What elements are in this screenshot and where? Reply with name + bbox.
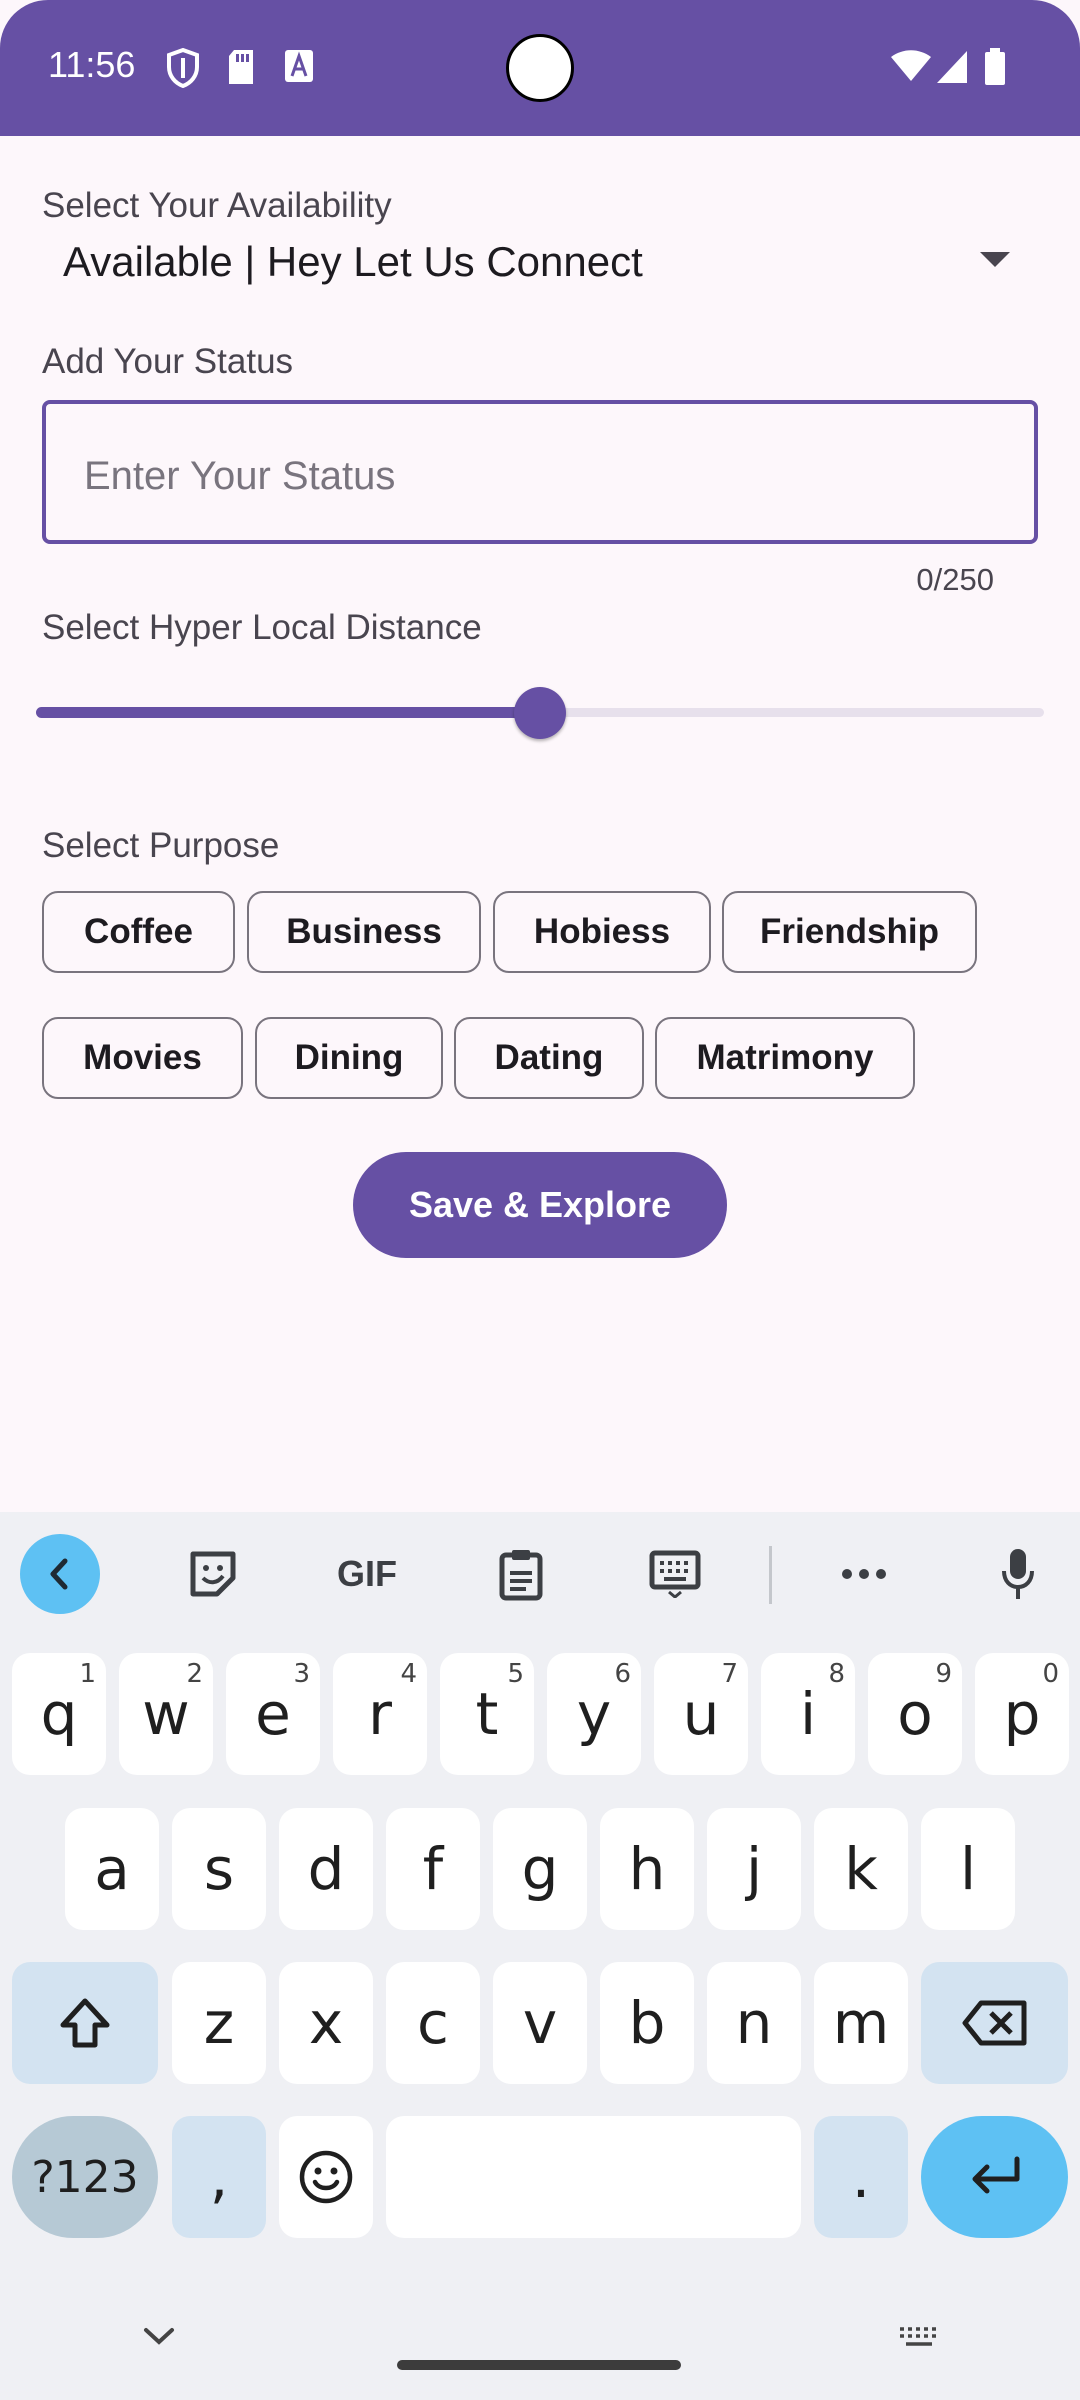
key-r[interactable]: r4 xyxy=(333,1653,427,1775)
chip-movies[interactable]: Movies xyxy=(42,1017,243,1099)
key-d[interactable]: d xyxy=(279,1808,373,1930)
key-h[interactable]: h xyxy=(600,1808,694,1930)
slider-track-active xyxy=(36,707,540,718)
chip-business[interactable]: Business xyxy=(247,891,481,973)
key-g[interactable]: g xyxy=(493,1808,587,1930)
battery-icon xyxy=(984,48,1006,91)
char-counter: 0/250 xyxy=(916,562,994,597)
key-t[interactable]: t5 xyxy=(440,1653,534,1775)
key-w[interactable]: w2 xyxy=(119,1653,213,1775)
gif-button[interactable]: GIF xyxy=(327,1534,407,1614)
distance-label: Select Hyper Local Distance xyxy=(42,608,482,647)
emoji-icon xyxy=(299,2150,353,2204)
hide-keyboard-icon[interactable] xyxy=(142,2326,176,2351)
key-u[interactable]: u7 xyxy=(654,1653,748,1775)
distance-slider[interactable] xyxy=(36,687,1044,739)
space-key[interactable] xyxy=(386,2116,801,2238)
status-bar: 11:56 xyxy=(0,0,1080,136)
soft-keyboard: GIF q1 w2 e3 r4 t5 y6 u7 i8 o9 p0 a s d … xyxy=(0,1512,1080,2400)
chip-dating[interactable]: Dating xyxy=(454,1017,644,1099)
wifi-icon xyxy=(890,50,932,87)
sticker-icon[interactable] xyxy=(173,1534,253,1614)
slider-thumb[interactable] xyxy=(514,687,566,739)
key-y[interactable]: y6 xyxy=(547,1653,641,1775)
emoji-key[interactable] xyxy=(279,2116,373,2238)
chip-hobiess[interactable]: Hobiess xyxy=(493,891,711,973)
key-c[interactable]: c xyxy=(386,1962,480,2084)
clipboard-icon[interactable] xyxy=(481,1534,561,1614)
backspace-icon xyxy=(962,2000,1026,2046)
key-l[interactable]: l xyxy=(921,1808,1015,1930)
shield-icon xyxy=(166,47,200,93)
symbols-key[interactable]: ?123 xyxy=(12,2116,158,2238)
key-o[interactable]: o9 xyxy=(868,1653,962,1775)
availability-label: Select Your Availability xyxy=(42,186,392,225)
back-icon[interactable] xyxy=(20,1534,100,1614)
backspace-key[interactable] xyxy=(921,1962,1068,2084)
keyboard-layout-icon[interactable] xyxy=(635,1534,715,1614)
key-q[interactable]: q1 xyxy=(12,1653,106,1775)
key-k[interactable]: k xyxy=(814,1808,908,1930)
status-input-placeholder: Enter Your Status xyxy=(84,454,396,498)
key-b[interactable]: b xyxy=(600,1962,694,2084)
key-v[interactable]: v xyxy=(493,1962,587,2084)
availability-dropdown[interactable]: Available | Hey Let Us Connect xyxy=(42,228,1038,300)
camera-cutout xyxy=(506,34,574,102)
sd-card-icon xyxy=(226,48,256,91)
comma-key[interactable]: , xyxy=(172,2116,266,2238)
shift-key[interactable] xyxy=(12,1962,158,2084)
status-label: Add Your Status xyxy=(42,342,294,381)
key-j[interactable]: j xyxy=(707,1808,801,1930)
period-key[interactable]: . xyxy=(814,2116,908,2238)
key-z[interactable]: z xyxy=(172,1962,266,2084)
status-input[interactable]: Enter Your Status xyxy=(42,400,1038,544)
home-indicator[interactable] xyxy=(397,2360,681,2370)
enter-icon xyxy=(972,2156,1019,2194)
chip-coffee[interactable]: Coffee xyxy=(42,891,235,973)
status-time: 11:56 xyxy=(48,44,136,85)
cell-signal-icon xyxy=(936,50,968,89)
enter-key[interactable] xyxy=(921,2116,1068,2238)
microphone-icon[interactable] xyxy=(978,1534,1058,1614)
shift-icon xyxy=(60,1998,110,2048)
save-explore-button[interactable]: Save & Explore xyxy=(353,1152,727,1258)
key-n[interactable]: n xyxy=(707,1962,801,2084)
availability-value: Available | Hey Let Us Connect xyxy=(63,238,643,285)
toolbar-divider xyxy=(769,1546,772,1604)
keyboard-switch-icon[interactable] xyxy=(898,2326,942,2355)
purpose-label: Select Purpose xyxy=(42,826,280,865)
key-i[interactable]: i8 xyxy=(761,1653,855,1775)
key-e[interactable]: e3 xyxy=(226,1653,320,1775)
key-a[interactable]: a xyxy=(65,1808,159,1930)
key-f[interactable]: f xyxy=(386,1808,480,1930)
more-icon[interactable] xyxy=(824,1534,904,1614)
key-s[interactable]: s xyxy=(172,1808,266,1930)
chip-friendship[interactable]: Friendship xyxy=(722,891,977,973)
key-p[interactable]: p0 xyxy=(975,1653,1069,1775)
chip-dining[interactable]: Dining xyxy=(255,1017,443,1099)
key-m[interactable]: m xyxy=(814,1962,908,2084)
chip-matrimony[interactable]: Matrimony xyxy=(655,1017,915,1099)
dropdown-arrow-icon xyxy=(980,252,1010,267)
key-x[interactable]: x xyxy=(279,1962,373,2084)
text-a-icon xyxy=(284,48,314,89)
